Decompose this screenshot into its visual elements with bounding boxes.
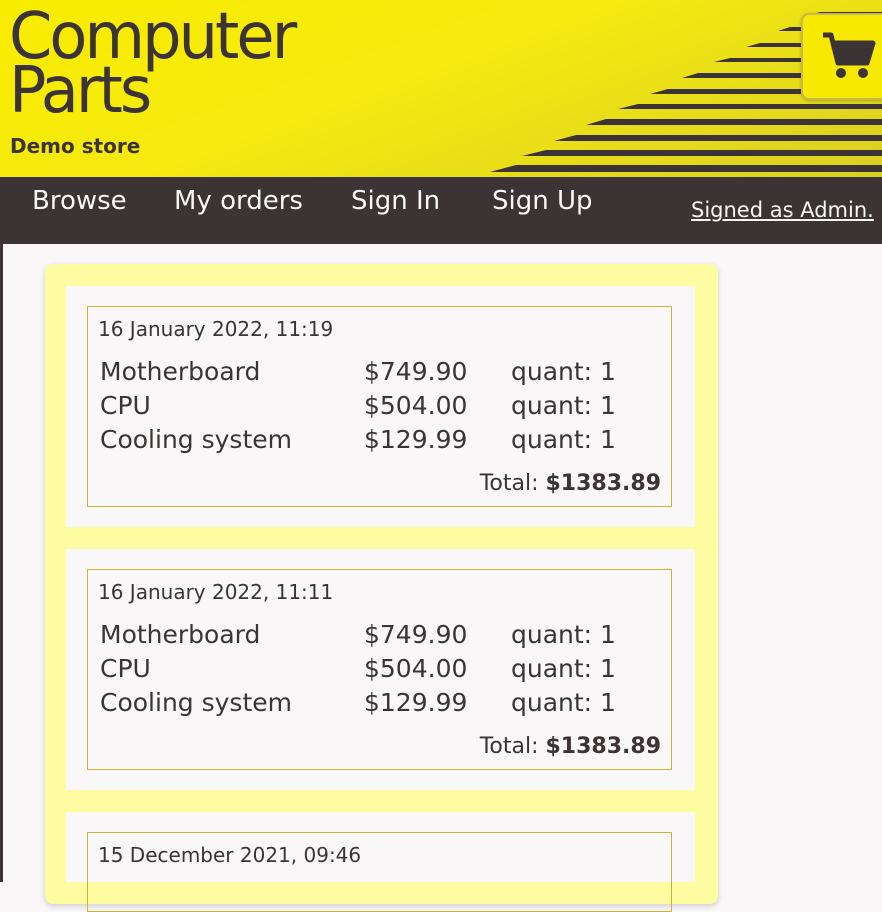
- order-total: Total: $1383.89: [480, 471, 661, 496]
- item-price: $749.90: [364, 620, 468, 649]
- order-item-row: Motherboard $749.90 quant: 1: [100, 357, 660, 391]
- nav-my-orders[interactable]: My orders: [174, 186, 303, 216]
- item-quantity: quant: 1: [511, 654, 616, 683]
- order-total: Total: $1383.89: [480, 734, 661, 759]
- order-details: 16 January 2022, 11:19 Motherboard $749.…: [87, 306, 672, 507]
- nav-browse[interactable]: Browse: [32, 186, 127, 216]
- item-name: Cooling system: [100, 425, 292, 454]
- content-left-border: [0, 244, 3, 882]
- order-date: 15 December 2021, 09:46: [98, 843, 362, 867]
- item-price: $504.00: [364, 654, 468, 683]
- signed-in-user-link[interactable]: Signed as Admin.: [691, 198, 874, 222]
- item-name: Motherboard: [100, 357, 261, 386]
- item-quantity: quant: 1: [511, 357, 616, 386]
- order-details: 15 December 2021, 09:46: [87, 832, 672, 912]
- order-date: 16 January 2022, 11:19: [98, 317, 334, 341]
- item-quantity: quant: 1: [511, 620, 616, 649]
- item-name: Motherboard: [100, 620, 261, 649]
- order-total-value: $1383.89: [545, 734, 661, 759]
- item-name: CPU: [100, 391, 151, 420]
- order-item-row: Cooling system $129.99 quant: 1: [100, 425, 660, 459]
- cart-button[interactable]: [801, 13, 882, 100]
- item-name: CPU: [100, 654, 151, 683]
- item-name: Cooling system: [100, 688, 292, 717]
- nav-sign-up[interactable]: Sign Up: [492, 186, 593, 216]
- shopping-cart-icon: [823, 32, 876, 78]
- item-quantity: quant: 1: [511, 688, 616, 717]
- order-date: 16 January 2022, 11:11: [98, 580, 334, 604]
- item-price: $504.00: [364, 391, 468, 420]
- order-card: 16 January 2022, 11:19 Motherboard $749.…: [66, 286, 695, 527]
- order-total-label: Total:: [479, 734, 539, 759]
- order-details: 16 January 2022, 11:11 Motherboard $749.…: [87, 569, 672, 770]
- item-price: $749.90: [364, 357, 468, 386]
- site-logo[interactable]: Computer Parts: [9, 5, 297, 123]
- item-price: $129.99: [364, 425, 468, 454]
- nav-sign-in[interactable]: Sign In: [351, 186, 440, 216]
- order-item-row: Motherboard $749.90 quant: 1: [100, 620, 660, 654]
- order-item-row: Cooling system $129.99 quant: 1: [100, 688, 660, 722]
- item-price: $129.99: [364, 688, 468, 717]
- site-subtitle: Demo store: [10, 134, 141, 158]
- order-item-row: CPU $504.00 quant: 1: [100, 391, 660, 425]
- item-quantity: quant: 1: [511, 391, 616, 420]
- order-card: 15 December 2021, 09:46: [66, 812, 695, 912]
- order-total-value: $1383.89: [545, 471, 661, 496]
- item-quantity: quant: 1: [511, 425, 616, 454]
- order-card: 16 January 2022, 11:11 Motherboard $749.…: [66, 549, 695, 790]
- order-total-label: Total:: [479, 471, 539, 496]
- site-header: Computer Parts Demo store: [0, 0, 882, 177]
- order-item-row: CPU $504.00 quant: 1: [100, 654, 660, 688]
